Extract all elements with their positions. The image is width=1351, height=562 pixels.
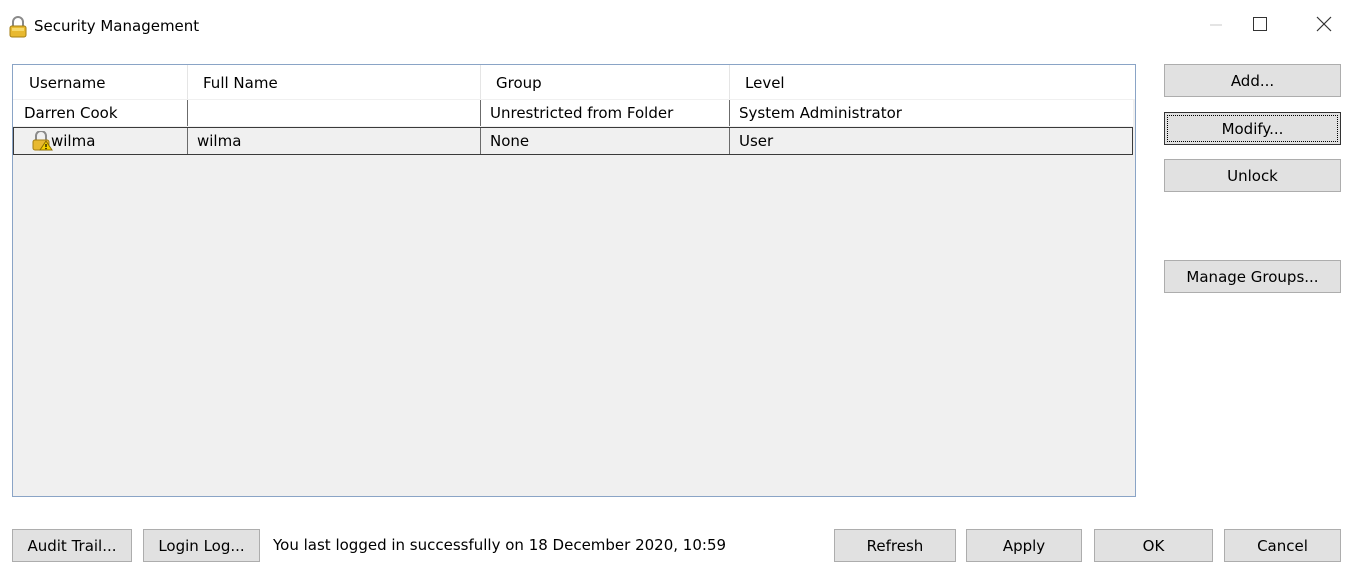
list-header: Username Full Name Group Level xyxy=(13,65,1135,99)
maximize-button[interactable] xyxy=(1240,8,1280,44)
cell-full-name: wilma xyxy=(197,132,242,150)
minimize-button[interactable] xyxy=(1196,8,1236,44)
manage-groups-button[interactable]: Manage Groups... xyxy=(1164,260,1341,293)
lock-icon xyxy=(8,16,28,38)
close-button[interactable] xyxy=(1304,8,1344,44)
refresh-button[interactable]: Refresh xyxy=(834,529,956,562)
unlock-button[interactable]: Unlock xyxy=(1164,159,1341,192)
table-row[interactable]: Darren Cook Unrestricted from Folder Sys… xyxy=(13,100,1133,126)
maximize-icon xyxy=(1252,16,1268,36)
cell-username: Darren Cook xyxy=(24,104,118,122)
cell-username: wilma xyxy=(51,132,96,150)
column-header-full-name[interactable]: Full Name xyxy=(187,65,480,99)
cell-group: Unrestricted from Folder xyxy=(490,104,674,122)
window-title: Security Management xyxy=(34,17,200,35)
cell-level: User xyxy=(739,132,774,150)
ok-button[interactable]: OK xyxy=(1094,529,1213,562)
table-row[interactable]: wilma wilma None User xyxy=(13,127,1133,155)
column-header-username[interactable]: Username xyxy=(13,65,187,99)
cell-group: None xyxy=(490,132,530,150)
title-bar: Security Management xyxy=(0,0,1351,52)
audit-trail-button[interactable]: Audit Trail... xyxy=(12,529,132,562)
column-header-level[interactable]: Level xyxy=(729,65,1133,99)
minimize-icon xyxy=(1209,17,1223,36)
last-login-status: You last logged in successfully on 18 De… xyxy=(273,536,727,554)
column-header-group[interactable]: Group xyxy=(480,65,729,99)
close-icon xyxy=(1316,16,1332,36)
users-list[interactable]: Username Full Name Group Level Darren Co… xyxy=(12,64,1136,497)
cancel-button[interactable]: Cancel xyxy=(1224,529,1341,562)
login-log-button[interactable]: Login Log... xyxy=(143,529,260,562)
apply-button[interactable]: Apply xyxy=(966,529,1082,562)
modify-button[interactable]: Modify... xyxy=(1164,112,1341,145)
add-button[interactable]: Add... xyxy=(1164,64,1341,97)
cell-full-name xyxy=(187,100,480,126)
cell-level: System Administrator xyxy=(739,104,902,122)
